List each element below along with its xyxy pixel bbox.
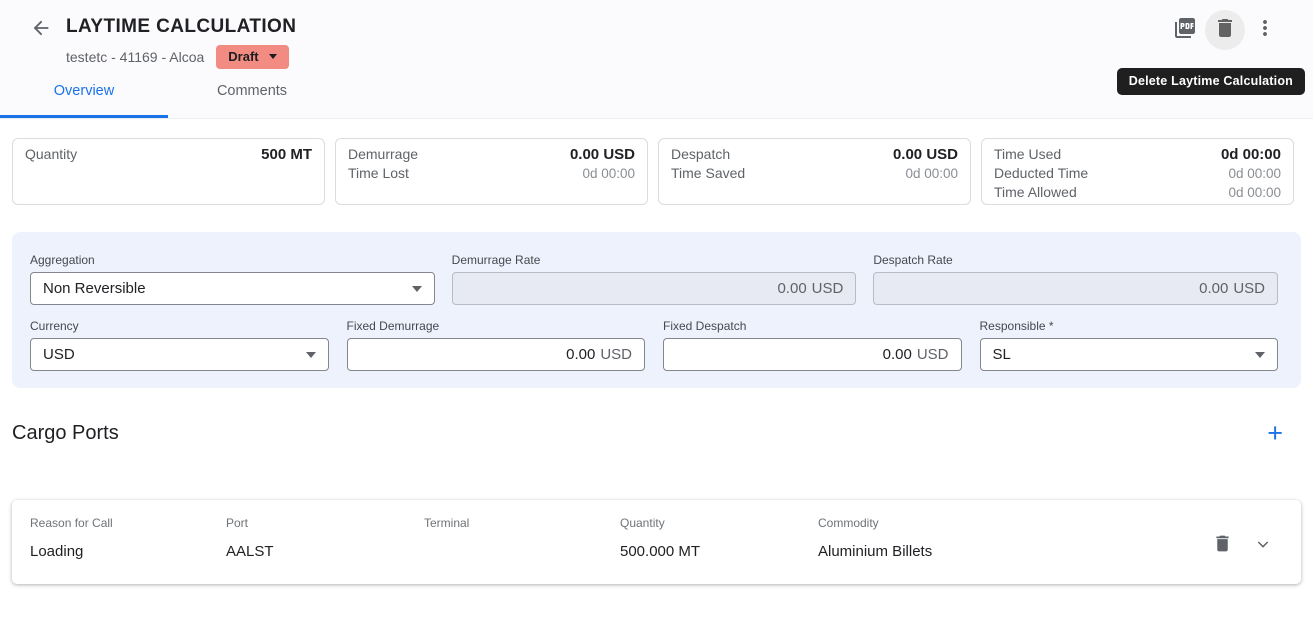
currency-unit: USD bbox=[600, 346, 632, 363]
field-label: Fixed Demurrage bbox=[347, 319, 646, 333]
card-label: Quantity bbox=[25, 145, 77, 164]
back-button[interactable] bbox=[28, 17, 54, 43]
field-label: Aggregation bbox=[30, 253, 435, 267]
field-label: Currency bbox=[30, 319, 329, 333]
column-header: Terminal bbox=[424, 516, 620, 530]
kebab-menu-icon bbox=[1253, 16, 1277, 45]
status-badge-label: Draft bbox=[228, 49, 258, 64]
card-label: Time Allowed bbox=[994, 183, 1077, 202]
card-label: Demurrage bbox=[348, 145, 418, 164]
demurrage-rate-field: Demurrage Rate 0.00 USD bbox=[452, 253, 857, 305]
trash-icon bbox=[1213, 16, 1237, 45]
tab-comments[interactable]: Comments bbox=[168, 71, 336, 111]
fixed-demurrage-field: Fixed Demurrage 0.00 USD bbox=[347, 319, 646, 371]
card-value: 500 MT bbox=[261, 145, 312, 164]
input-value: 0.00 bbox=[566, 346, 595, 363]
card-label: Time Used bbox=[994, 145, 1061, 164]
card-value: 0d 00:00 bbox=[582, 164, 635, 183]
trash-icon bbox=[1212, 533, 1233, 559]
selected-value: USD bbox=[43, 346, 75, 363]
input-value: 0.00 bbox=[777, 280, 806, 297]
quantity-card: Quantity 500 MT bbox=[12, 138, 325, 205]
responsible-field: Responsible * SL bbox=[980, 319, 1279, 371]
demurrage-card: Demurrage 0.00 USD Time Lost 0d 00:00 bbox=[335, 138, 648, 205]
card-label: Time Lost bbox=[348, 164, 409, 183]
chevron-down-icon bbox=[1255, 352, 1265, 358]
status-badge[interactable]: Draft bbox=[216, 45, 288, 69]
page-header: LAYTIME CALCULATION testetc - 41169 - Al… bbox=[0, 0, 1313, 119]
field-label: Despatch Rate bbox=[873, 253, 1278, 267]
chevron-down-icon bbox=[412, 286, 422, 292]
expand-row-button[interactable] bbox=[1255, 536, 1271, 557]
card-label: Deducted Time bbox=[994, 164, 1088, 183]
tab-overview[interactable]: Overview bbox=[0, 71, 168, 111]
back-arrow-icon bbox=[30, 17, 52, 44]
currency-unit: USD bbox=[1233, 280, 1265, 297]
export-pdf-button[interactable] bbox=[1165, 10, 1205, 50]
despatch-card: Despatch 0.00 USD Time Saved 0d 00:00 bbox=[658, 138, 971, 205]
reason-for-call-value: Loading bbox=[30, 543, 226, 560]
card-value: 0.00 USD bbox=[570, 145, 635, 164]
fixed-demurrage-input[interactable]: 0.00 USD bbox=[347, 338, 646, 371]
card-value: 0d 00:00 bbox=[1221, 145, 1281, 164]
currency-unit: USD bbox=[917, 346, 949, 363]
currency-unit: USD bbox=[812, 280, 844, 297]
quantity-value: 500.000 MT bbox=[620, 543, 818, 560]
page-title: LAYTIME CALCULATION bbox=[66, 16, 296, 38]
chevron-down-icon bbox=[306, 352, 316, 358]
field-label: Demurrage Rate bbox=[452, 253, 857, 267]
tab-bar: Overview Comments bbox=[0, 71, 336, 118]
responsible-select[interactable]: SL bbox=[980, 338, 1279, 371]
cargo-port-row: Loading AALST 500.000 MT Aluminium Bille… bbox=[30, 543, 1281, 560]
time-used-card: Time Used 0d 00:00 Deducted Time 0d 00:0… bbox=[981, 138, 1294, 205]
aggregation-field: Aggregation Non Reversible bbox=[30, 253, 435, 305]
column-header: Port bbox=[226, 516, 424, 530]
fixed-despatch-input[interactable]: 0.00 USD bbox=[663, 338, 962, 371]
column-header: Reason for Call bbox=[30, 516, 226, 530]
selected-value: SL bbox=[993, 346, 1011, 363]
port-value: AALST bbox=[226, 543, 424, 560]
chevron-down-icon bbox=[1255, 536, 1271, 557]
input-value: 0.00 bbox=[883, 346, 912, 363]
despatch-rate-input: 0.00 USD bbox=[873, 272, 1278, 305]
terminal-value bbox=[424, 543, 620, 560]
selected-value: Non Reversible bbox=[43, 280, 146, 297]
card-label: Despatch bbox=[671, 145, 730, 164]
cargo-port-row-card: Reason for Call Port Terminal Quantity C… bbox=[12, 500, 1301, 584]
currency-field: Currency USD bbox=[30, 319, 329, 371]
calculation-settings-panel: Aggregation Non Reversible Demurrage Rat… bbox=[12, 232, 1301, 388]
chevron-down-icon bbox=[269, 54, 277, 59]
column-header: Commodity bbox=[818, 516, 1281, 530]
field-label: Responsible * bbox=[980, 319, 1279, 333]
demurrage-rate-input: 0.00 USD bbox=[452, 272, 857, 305]
cargo-ports-header-row: Reason for Call Port Terminal Quantity C… bbox=[30, 516, 1281, 530]
active-tab-indicator bbox=[0, 115, 168, 118]
card-label: Time Saved bbox=[671, 164, 745, 183]
cargo-ports-heading: Cargo Ports bbox=[12, 422, 119, 445]
despatch-rate-field: Despatch Rate 0.00 USD bbox=[873, 253, 1278, 305]
add-cargo-port-button[interactable]: + bbox=[1265, 421, 1285, 445]
input-value: 0.00 bbox=[1199, 280, 1228, 297]
pdf-icon bbox=[1173, 16, 1197, 45]
delete-button[interactable] bbox=[1205, 10, 1245, 50]
card-value: 0d 00:00 bbox=[905, 164, 958, 183]
fixed-despatch-field: Fixed Despatch 0.00 USD bbox=[663, 319, 962, 371]
field-label: Fixed Despatch bbox=[663, 319, 962, 333]
summary-cards: Quantity 500 MT Demurrage 0.00 USD Time … bbox=[12, 138, 1301, 205]
card-value: 0d 00:00 bbox=[1228, 164, 1281, 183]
delete-tooltip: Delete Laytime Calculation bbox=[1117, 68, 1305, 95]
breadcrumb-subtitle: testetc - 41169 - Alcoa bbox=[66, 49, 204, 65]
delete-cargo-port-button[interactable] bbox=[1212, 533, 1233, 559]
card-value: 0d 00:00 bbox=[1228, 183, 1281, 202]
more-options-button[interactable] bbox=[1245, 10, 1285, 50]
column-header: Quantity bbox=[620, 516, 818, 530]
aggregation-select[interactable]: Non Reversible bbox=[30, 272, 435, 305]
card-value: 0.00 USD bbox=[893, 145, 958, 164]
currency-select[interactable]: USD bbox=[30, 338, 329, 371]
